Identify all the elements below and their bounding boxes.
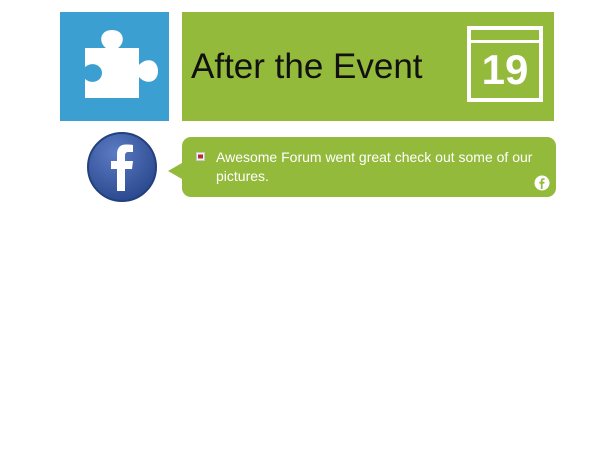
page: After the Event 19 Awesome Forum went gr… <box>0 0 614 461</box>
puzzle-tile <box>60 12 169 121</box>
post-text: Awesome Forum went great check out some … <box>216 149 533 184</box>
post-bubble[interactable]: Awesome Forum went great check out some … <box>168 137 556 197</box>
date-number: 19 <box>481 46 529 93</box>
bubble-tail <box>168 163 182 179</box>
puzzle-piece-icon <box>85 30 158 98</box>
date-badge: 19 <box>467 26 543 102</box>
link-icon <box>196 152 205 161</box>
date-badge-rule <box>471 40 539 43</box>
page-title: After the Event <box>191 47 423 86</box>
header-bar: After the Event 19 <box>182 12 554 121</box>
facebook-small-icon[interactable] <box>534 175 550 191</box>
facebook-icon[interactable] <box>86 131 158 203</box>
